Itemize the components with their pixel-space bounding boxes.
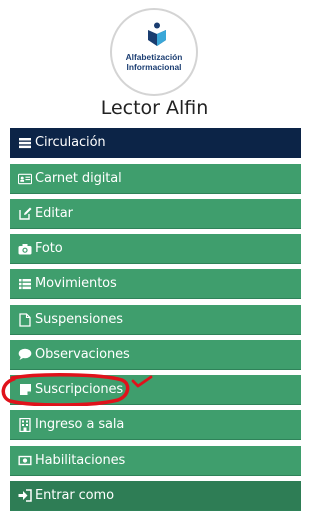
menu-item-movimientos[interactable]: Movimientos xyxy=(10,269,301,299)
menu-item-label: Habilitaciones xyxy=(35,453,126,468)
profile-avatar: Alfabetización Informacional xyxy=(110,8,198,96)
logo-text-line1: Alfabetización xyxy=(125,52,183,62)
menu-item-label: Foto xyxy=(35,241,63,256)
id-card-icon xyxy=(18,172,32,186)
menu-item-label: Movimientos xyxy=(35,276,117,291)
menu-item-suspensiones[interactable]: Suspensiones xyxy=(10,305,301,335)
menu-item-label: Suscripciones xyxy=(35,382,124,397)
profile-name: Lector Alfin xyxy=(100,97,209,119)
menu-item-foto[interactable]: Foto xyxy=(10,234,301,264)
logo-text-line2: Informacional xyxy=(126,62,182,72)
file-icon xyxy=(18,312,32,327)
sticky-note-icon xyxy=(18,383,32,397)
menu-item-carnet-digital[interactable]: Carnet digital xyxy=(10,164,301,194)
menu-item-label: Observaciones xyxy=(35,347,130,362)
list-icon xyxy=(18,277,32,291)
menu-item-label: Ingreso a sala xyxy=(35,417,125,432)
money-icon xyxy=(18,454,32,468)
menu-item-suscripciones[interactable]: Suscripciones xyxy=(10,375,301,405)
menu-item-habilitaciones[interactable]: Habilitaciones xyxy=(10,446,301,476)
menu-item-entrar-como[interactable]: Entrar como xyxy=(10,481,301,511)
edit-icon xyxy=(18,207,32,221)
menu-item-label: Editar xyxy=(35,206,73,221)
menu-item-circulacion[interactable]: Circulación xyxy=(10,128,301,158)
comment-icon xyxy=(18,348,32,362)
menu-item-editar[interactable]: Editar xyxy=(10,199,301,229)
camera-icon xyxy=(18,242,32,256)
menu-item-label: Circulación xyxy=(35,135,106,150)
sign-in-icon xyxy=(18,489,32,503)
menu-item-label: Suspensiones xyxy=(35,312,123,327)
menu-item-label: Entrar como xyxy=(35,488,114,503)
menu-item-ingreso-a-sala[interactable]: Ingreso a sala xyxy=(10,410,301,440)
alfin-logo-icon xyxy=(148,22,166,46)
building-icon xyxy=(18,417,32,432)
menu-item-observaciones[interactable]: Observaciones xyxy=(10,340,301,370)
menu-item-label: Carnet digital xyxy=(35,171,122,186)
list-icon xyxy=(18,136,32,150)
